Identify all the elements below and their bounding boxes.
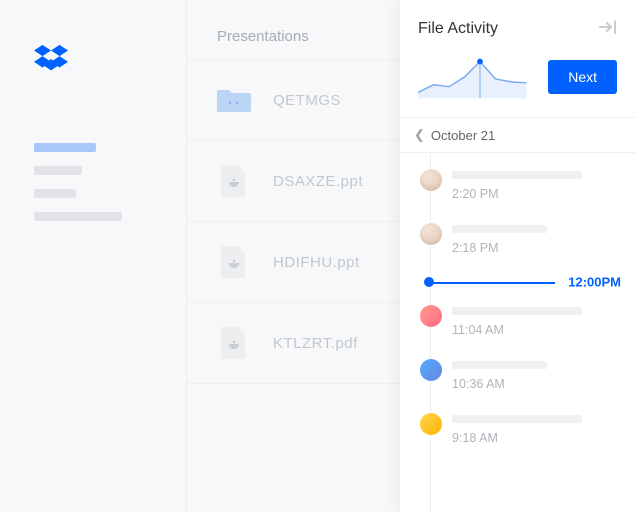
- file-icon: [217, 248, 251, 276]
- file-activity-panel: File Activity Next ❮ October 21 2:20 PM2…: [400, 0, 635, 512]
- slider-knob[interactable]: [424, 277, 434, 287]
- file-row[interactable]: HDIFHU.ppt: [187, 222, 400, 303]
- file-row[interactable]: KTLZRT.pdf: [187, 303, 400, 384]
- avatar: [420, 169, 442, 191]
- dropbox-logo-icon[interactable]: [34, 44, 152, 79]
- sidebar: [0, 0, 186, 512]
- activity-time: 11:04 AM: [452, 323, 619, 337]
- activity-item[interactable]: 2:18 PM: [400, 213, 635, 267]
- activity-item[interactable]: 10:36 AM: [400, 349, 635, 403]
- slider-time-label: 12:00PM: [568, 275, 621, 290]
- nav-item[interactable]: [34, 166, 82, 175]
- file-name: KTLZRT.pdf: [273, 335, 358, 352]
- date-selector[interactable]: ❮ October 21: [400, 117, 635, 153]
- nav-placeholder: [34, 143, 152, 221]
- activity-text-placeholder: [452, 225, 547, 233]
- avatar: [420, 359, 442, 381]
- activity-text-placeholder: [452, 415, 582, 423]
- panel-title: File Activity: [418, 20, 498, 38]
- avatar: [420, 223, 442, 245]
- date-label: October 21: [431, 128, 495, 143]
- folder-icon: [217, 86, 251, 114]
- nav-item-active[interactable]: [34, 143, 96, 152]
- file-list: Presentations QETMGS DSAXZE.ppt HDIFHU.ppt…: [186, 0, 400, 512]
- file-icon: [217, 167, 251, 195]
- activity-text-placeholder: [452, 361, 547, 369]
- avatar: [420, 305, 442, 327]
- file-name: HDIFHU.ppt: [273, 254, 360, 271]
- activity-item[interactable]: 9:18 AM: [400, 403, 635, 457]
- avatar: [420, 413, 442, 435]
- nav-item[interactable]: [34, 189, 76, 198]
- activity-text-placeholder: [452, 171, 582, 179]
- activity-timeline: 2:20 PM 2:18 PM 12:00PM 11:04 AM 10:36 AM 9:1…: [400, 153, 635, 512]
- file-row[interactable]: QETMGS: [187, 59, 400, 141]
- activity-time: 9:18 AM: [452, 431, 619, 445]
- activity-time: 2:18 PM: [452, 241, 619, 255]
- activity-time: 2:20 PM: [452, 187, 619, 201]
- file-list-heading: Presentations: [187, 28, 400, 59]
- next-button[interactable]: Next: [548, 60, 617, 94]
- activity-sparkline: [418, 55, 534, 99]
- chevron-left-icon[interactable]: ❮: [414, 127, 425, 143]
- file-row[interactable]: DSAXZE.ppt: [187, 141, 400, 222]
- file-name: QETMGS: [273, 92, 341, 109]
- activity-text-placeholder: [452, 307, 582, 315]
- activity-item[interactable]: 2:20 PM: [400, 159, 635, 213]
- time-slider[interactable]: 12:00PM: [400, 271, 635, 293]
- nav-item[interactable]: [34, 212, 122, 221]
- activity-item[interactable]: 11:04 AM: [400, 295, 635, 349]
- activity-time: 10:36 AM: [452, 377, 619, 391]
- slider-track: [428, 282, 555, 284]
- expand-icon[interactable]: [599, 18, 617, 39]
- file-name: DSAXZE.ppt: [273, 173, 363, 190]
- file-icon: [217, 329, 251, 357]
